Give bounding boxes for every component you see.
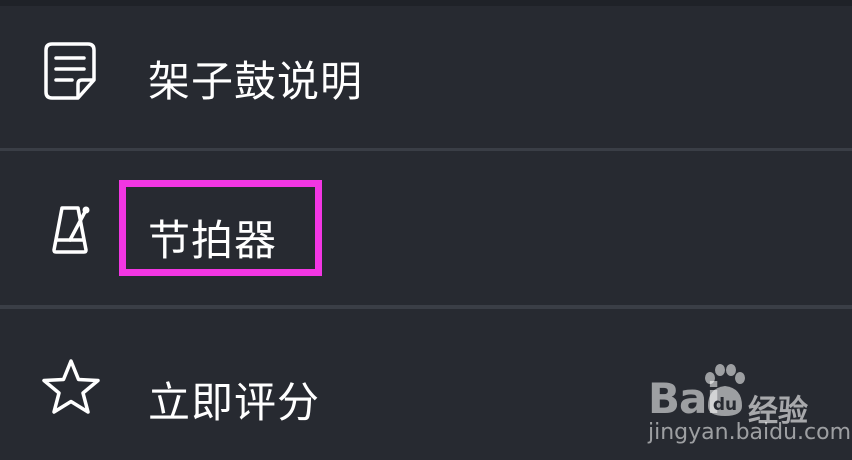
star-icon <box>38 355 104 421</box>
highlight-annotation <box>119 180 322 276</box>
menu-item-drum-instructions[interactable]: 架子鼓说明 <box>0 6 852 148</box>
svg-text:du: du <box>713 395 737 415</box>
document-icon <box>38 38 104 104</box>
menu-item-label: 立即评分 <box>148 378 321 427</box>
menu-item-label: 架子鼓说明 <box>148 57 364 106</box>
metronome-icon <box>38 196 104 262</box>
baidu-jingyan-watermark: Baidu du 经验 jingyan.baidu.com <box>648 362 852 452</box>
paw-logo-icon: du <box>700 362 748 422</box>
watermark-url: jingyan.baidu.com <box>648 420 852 445</box>
menu-screen: 架子鼓说明 节拍器 立即评分 Bai du 经验 jingyan.baidu.c… <box>0 0 852 460</box>
